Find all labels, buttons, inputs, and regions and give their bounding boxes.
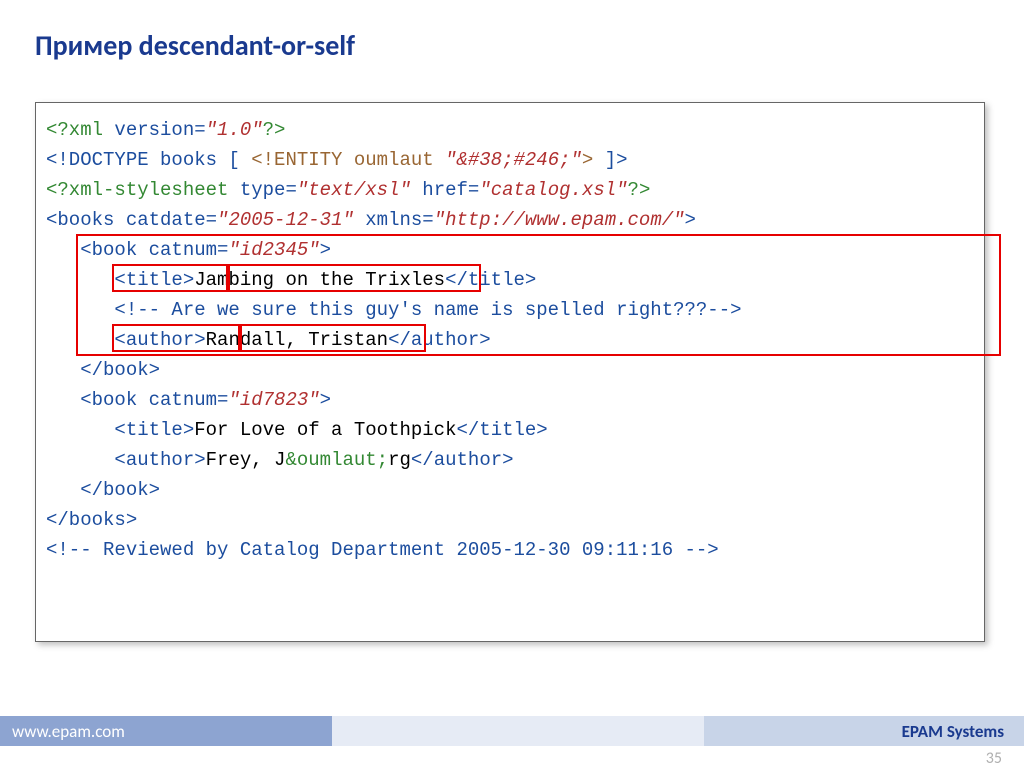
book2-close: </book>: [46, 479, 160, 501]
stylesheet-pi: <?xml-stylesheet: [46, 179, 228, 201]
pi-attr-version: version=: [103, 119, 206, 141]
books-open: <books: [46, 209, 114, 231]
doctype-close: ]>: [593, 149, 627, 171]
author2-close: </author>: [411, 449, 514, 471]
code-listing: <?xml version="1.0"?> <!DOCTYPE books [ …: [46, 115, 974, 565]
author2-text-b: rg: [388, 449, 411, 471]
title2-close: </title>: [456, 419, 547, 441]
stylesheet-close: ?>: [628, 179, 651, 201]
title1-text: Jambing on the Trixles: [194, 269, 445, 291]
entity-value: "&#38;#246;": [445, 149, 582, 171]
books-xmlns-val: "http://www.epam.com/": [434, 209, 685, 231]
footer-mid: [332, 716, 704, 746]
book2-catnum-val: "id7823": [228, 389, 319, 411]
stylesheet-type-attr: type=: [228, 179, 296, 201]
title2-open: <title>: [46, 419, 194, 441]
books-close: </books>: [46, 509, 137, 531]
entity-decl: <!ENTITY oumlaut: [251, 149, 445, 171]
comment-name: <!-- Are we sure this guy's name is spel…: [46, 299, 742, 321]
code-box: <?xml version="1.0"?> <!DOCTYPE books [ …: [35, 102, 985, 642]
entity-close: >: [582, 149, 593, 171]
slide-title: Пример descendant-or-self: [35, 28, 355, 63]
pi-xml-open: <?xml: [46, 119, 103, 141]
footer-right: EPAM Systems: [704, 716, 1024, 746]
book2-catnum-attr: catnum=: [137, 389, 228, 411]
book1-close: </book>: [46, 359, 160, 381]
book1-open-end: >: [320, 239, 331, 261]
stylesheet-href-val: "catalog.xsl": [479, 179, 627, 201]
stylesheet-href-attr: href=: [411, 179, 479, 201]
stylesheet-type-val: "text/xsl": [297, 179, 411, 201]
slide: Пример descendant-or-self <?xml version=…: [0, 0, 1024, 768]
author2-text-a: Frey, J: [206, 449, 286, 471]
author1-open: <author>: [46, 329, 206, 351]
book2-open: <book: [46, 389, 137, 411]
pi-close: ?>: [263, 119, 286, 141]
books-open-end: >: [685, 209, 696, 231]
books-xmlns-attr: xmlns=: [354, 209, 434, 231]
page-number: 35: [986, 749, 1002, 768]
author1-close: </author>: [388, 329, 491, 351]
author1-text: Randall, Tristan: [206, 329, 388, 351]
title2-text: For Love of a Toothpick: [194, 419, 456, 441]
books-catdate-val: "2005-12-31": [217, 209, 354, 231]
doctype-open: <!DOCTYPE books [: [46, 149, 251, 171]
comment-reviewed: <!-- Reviewed by Catalog Department 2005…: [46, 539, 719, 561]
footer: www.epam.com EPAM Systems: [0, 716, 1024, 746]
book1-catnum-attr: catnum=: [137, 239, 228, 261]
book2-open-end: >: [320, 389, 331, 411]
author2-open: <author>: [46, 449, 206, 471]
author2-entity: &oumlaut;: [285, 449, 388, 471]
pi-version-value: "1.0": [206, 119, 263, 141]
title1-close: </title>: [445, 269, 536, 291]
title1-open: <title>: [46, 269, 194, 291]
book1-open: <book: [46, 239, 137, 261]
book1-catnum-val: "id2345": [228, 239, 319, 261]
books-catdate-attr: catdate=: [114, 209, 217, 231]
footer-left: www.epam.com: [0, 716, 332, 746]
